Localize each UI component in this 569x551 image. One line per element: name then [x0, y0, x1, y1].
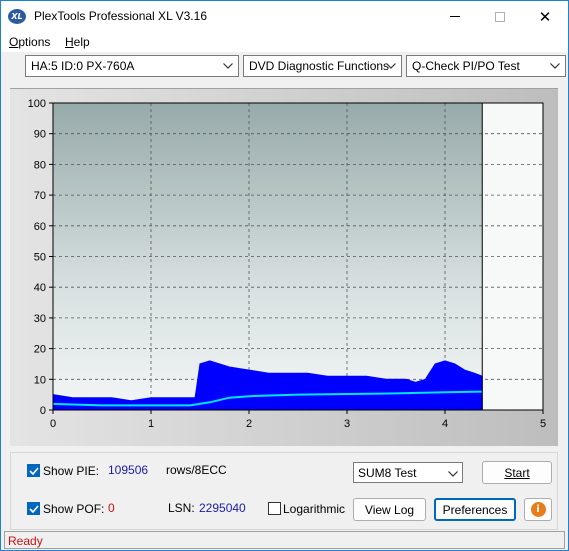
- y-tick-label: 20: [34, 344, 46, 356]
- minimize-icon: [450, 16, 460, 17]
- menu-options-label: ptions: [18, 35, 51, 49]
- y-tick-label: 40: [34, 282, 46, 294]
- y-tick-label: 80: [34, 159, 46, 171]
- sum8-test-select[interactable]: SUM8 Test: [353, 462, 463, 483]
- maximize-icon: [495, 11, 505, 22]
- chevron-down-icon: [549, 59, 561, 73]
- function-select[interactable]: DVD Diagnostic Functions: [243, 55, 402, 77]
- status-bar: Ready: [4, 531, 565, 549]
- checkmark-icon: [28, 466, 39, 475]
- menu-help-accel: H: [65, 35, 74, 49]
- logarithmic-label: Logarithmic: [283, 502, 346, 516]
- show-pie-label: Show PIE:: [43, 464, 100, 478]
- window-title: PlexTools Professional XL V3.16: [34, 9, 207, 23]
- chevron-down-icon: [222, 59, 234, 73]
- menu-options-accel: O: [9, 35, 19, 49]
- show-pie-checkbox[interactable]: [27, 464, 40, 477]
- drive-select-value: HA:5 ID:0 PX-760A: [31, 59, 135, 73]
- chevron-down-icon: [448, 466, 458, 480]
- pie-value: 109506: [108, 463, 149, 477]
- logarithmic-checkbox[interactable]: [268, 502, 281, 515]
- y-tick-label: 10: [34, 374, 46, 386]
- controls-panel: Show PIE: 109506 rows/8ECC SUM8 Test Sta…: [10, 452, 558, 530]
- x-tick-label: 3: [344, 418, 350, 430]
- close-icon: ✕: [538, 7, 552, 26]
- lsn-value: 2295040: [199, 501, 246, 515]
- maximize-button[interactable]: [477, 1, 523, 32]
- info-icon: i: [530, 502, 546, 517]
- preferences-button[interactable]: Preferences: [434, 498, 516, 521]
- x-tick-label: 2: [246, 418, 252, 430]
- menu-help-label: elp: [73, 35, 90, 49]
- chevron-down-icon: [385, 59, 397, 73]
- y-tick-label: 60: [34, 221, 46, 233]
- x-tick-label: 4: [442, 418, 448, 430]
- y-tick-label: 30: [34, 313, 46, 325]
- test-select[interactable]: Q-Check PI/PO Test: [406, 55, 566, 77]
- drive-select[interactable]: HA:5 ID:0 PX-760A: [25, 55, 239, 77]
- show-pof-label: Show POF:: [43, 502, 105, 516]
- info-button[interactable]: i: [524, 498, 552, 521]
- pi-po-chart: 0 10 20 30 40 50 60 70 80 90 100 0 1 2 3 4 5: [10, 89, 558, 446]
- x-tick-label: 1: [148, 418, 154, 430]
- pof-value: 0: [108, 501, 115, 515]
- view-log-button[interactable]: View Log: [353, 498, 426, 521]
- view-log-button-label: View Log: [364, 502, 415, 517]
- chart-panel: 0 10 20 30 40 50 60 70 80 90 100 0 1 2 3 4 5: [10, 88, 558, 446]
- y-tick-label: 70: [34, 190, 46, 202]
- sum8-test-value: SUM8 Test: [358, 466, 417, 480]
- minimize-button[interactable]: [432, 1, 478, 32]
- preferences-button-label: Preferences: [442, 502, 508, 517]
- app-window: XL PlexTools Professional XL V3.16 ✕ Opt…: [0, 0, 569, 551]
- x-tick-label: 5: [540, 418, 546, 430]
- y-tick-label: 50: [34, 252, 46, 264]
- menu-options[interactable]: Options: [9, 35, 50, 49]
- title-bar: XL PlexTools Professional XL V3.16 ✕: [1, 1, 568, 32]
- app-logo-icon: XL: [8, 9, 26, 24]
- lsn-label: LSN:: [168, 501, 195, 515]
- menu-bar: Options Help: [1, 32, 568, 52]
- status-text: Ready: [8, 534, 43, 548]
- start-button-label: Start: [504, 465, 530, 480]
- y-tick-label: 0: [40, 405, 46, 417]
- menu-help[interactable]: Help: [65, 35, 90, 49]
- show-pof-checkbox[interactable]: [27, 502, 40, 515]
- function-select-value: DVD Diagnostic Functions: [249, 59, 390, 73]
- checkmark-icon: [28, 504, 39, 513]
- test-select-value: Q-Check PI/PO Test: [412, 59, 520, 73]
- start-button[interactable]: Start: [482, 461, 552, 484]
- pie-unit: rows/8ECC: [166, 463, 227, 477]
- y-tick-label: 100: [28, 98, 46, 110]
- y-tick-label: 90: [34, 129, 46, 141]
- close-button[interactable]: ✕: [522, 1, 568, 32]
- x-tick-label: 0: [50, 418, 56, 430]
